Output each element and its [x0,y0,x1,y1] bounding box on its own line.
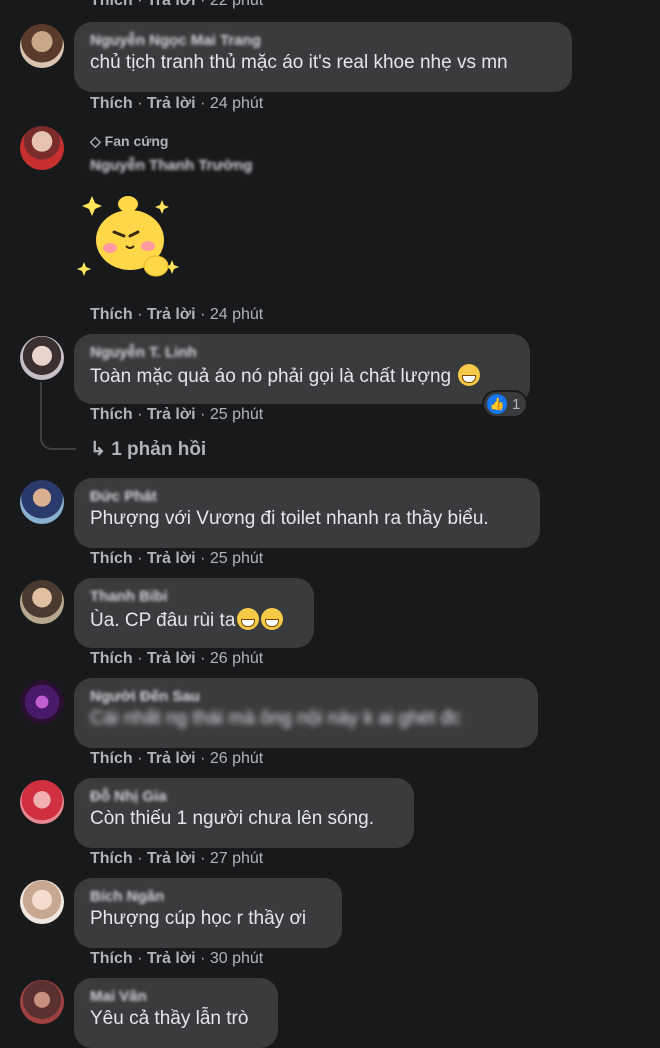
comment-time: 25 phút [209,406,264,423]
comment-author[interactable]: Thanh Bibi [90,588,298,605]
comment-actions: Thích · Trả lời · 26 phút [90,750,264,767]
reply-link[interactable]: Trả lời [147,550,196,567]
comment-time: 30 phút [209,950,264,967]
avatar[interactable] [20,580,64,624]
comment-actions: Thích · Trả lời · 30 phút [90,950,264,967]
like-link[interactable]: Thích [90,850,133,867]
reply-link[interactable]: Trả lời [147,650,196,667]
comment-time: 25 phút [209,550,264,567]
like-link[interactable]: Thích [90,950,133,967]
like-link[interactable]: Thích [90,406,133,423]
comment-text: Còn thiếu 1 người chưa lên sóng. [90,808,375,829]
comment-bubble: Người Đến Sau Cái nhất ng thái mà ông nộ… [74,678,538,748]
like-link[interactable]: Thích [90,550,133,567]
like-link[interactable]: Thích [90,306,133,323]
comment-text: Ùa. CP đâu rùi ta [90,610,236,631]
comment-actions: Thích · Trả lời · 26 phút [90,650,264,667]
comment-actions: Thích · Trả lời · 22 phút [90,0,263,10]
avatar[interactable] [20,680,64,724]
comment-author[interactable]: Người Đến Sau [90,688,522,705]
comment-bubble: Nguyễn Ngọc Mai Trang chủ tịch tranh thủ… [74,22,572,92]
view-replies-link[interactable]: ↳ 1 phản hồi [90,438,206,461]
comment-author[interactable]: Bích Ngân [90,888,326,905]
comment-author[interactable]: Đỗ Nhị Gia [90,788,398,805]
comment-time: 24 phút [209,95,264,112]
reply-link[interactable]: Trả lời [147,306,196,323]
like-link[interactable]: Thích [90,0,133,9]
comment-text: Phượng cúp học r thầy ơi [90,908,307,929]
comment-actions: Thích · Trả lời · 24 phút [90,306,264,323]
reaction-summary[interactable]: 👍 1 [484,392,527,416]
comment-time: 27 phút [209,850,264,867]
avatar[interactable] [20,336,64,380]
comment-bubble: Nguyễn T. Linh Toàn mặc quả áo nó phải g… [74,334,530,404]
comment-actions: Thích · Trả lời · 27 phút [90,850,264,867]
grinning-emoji-icon [237,608,260,630]
comment-author[interactable]: Mai Vân [90,988,262,1005]
comment-author[interactable]: Nguyễn Ngọc Mai Trang [90,32,556,49]
diamond-icon: ◇ [90,133,101,149]
comment-author[interactable]: Nguyễn Thanh Trường [90,157,252,174]
reply-link[interactable]: Trả lời [147,0,196,9]
comment-time: 26 phút [209,750,264,767]
like-reaction-icon: 👍 [487,394,507,414]
comment-author[interactable]: Nguyễn T. Linh [90,344,514,361]
like-link[interactable]: Thích [90,95,133,112]
avatar[interactable] [20,480,64,524]
comment-text: chủ tịch tranh thủ mặc áo it's real khoe… [90,52,508,73]
comment-author[interactable]: Đức Phát [90,488,524,505]
comment-bubble: Mai Vân Yêu cả thầy lẫn trò [74,978,278,1048]
reply-arrow-icon: ↳ [90,439,106,460]
avatar[interactable] [20,980,64,1024]
reply-link[interactable]: Trả lời [147,95,196,112]
reply-link[interactable]: Trả lời [147,406,196,423]
comment-actions: Thích · Trả lời · 25 phút [90,550,264,567]
comment-time: 26 phút [209,650,264,667]
comment-bubble: Đức Phát Phượng với Vương đi toilet nhan… [74,478,540,548]
comment-text: Yêu cả thầy lẫn trò [90,1008,249,1029]
top-fan-badge: ◇ Fan cứng [90,133,169,149]
comment-time: 24 phút [209,306,264,323]
comment-time: 22 phút [209,0,264,9]
grinning-emoji-icon [261,608,284,630]
sticker-image [76,188,180,284]
laughing-emoji-icon [458,364,481,386]
avatar[interactable] [20,24,64,68]
avatar[interactable] [20,780,64,824]
comment-bubble: Đỗ Nhị Gia Còn thiếu 1 người chưa lên só… [74,778,414,848]
reply-link[interactable]: Trả lời [147,750,196,767]
reaction-count: 1 [512,395,521,413]
reply-link[interactable]: Trả lời [147,950,196,967]
like-link[interactable]: Thích [90,750,133,767]
comment-text: Phượng với Vương đi toilet nhanh ra thầy… [90,508,489,529]
thread-line [40,382,76,450]
like-link[interactable]: Thích [90,650,133,667]
comment-actions: Thích · Trả lời · 24 phút [90,95,264,112]
avatar[interactable] [20,126,64,170]
comment-actions: Thích · Trả lời · 25 phút [90,406,264,423]
reply-link[interactable]: Trả lời [147,850,196,867]
avatar[interactable] [20,880,64,924]
comment-bubble: Thanh Bibi Ùa. CP đâu rùi ta [74,578,314,648]
comment-text: Toàn mặc quả áo nó phải gọi là chất lượn… [90,366,452,387]
comment-text: Cái nhất ng thái mà ông nội này k ai ghé… [90,708,461,729]
comment-bubble: Bích Ngân Phượng cúp học r thầy ơi [74,878,342,948]
